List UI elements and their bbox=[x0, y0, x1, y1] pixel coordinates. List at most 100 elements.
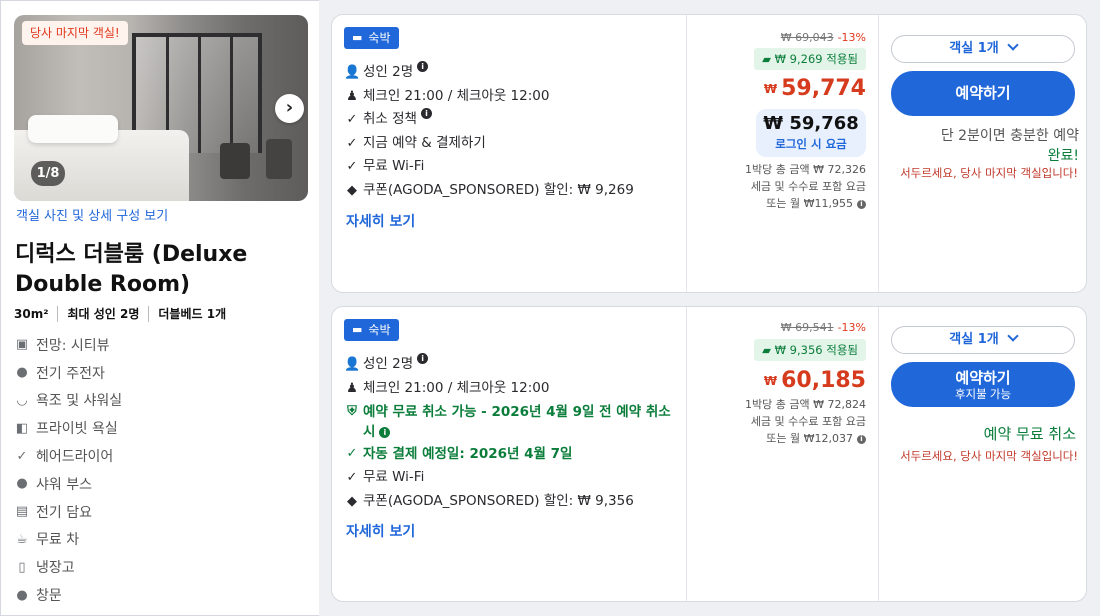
rooms-dropdown[interactable]: 객실 1개 bbox=[891, 35, 1075, 63]
bed-type: 더블베드 1개 bbox=[148, 306, 235, 322]
coupon-tag-icon: ◆ bbox=[347, 493, 357, 509]
feature-item: ✓ 지금 예약 & 결제하기 bbox=[344, 132, 680, 156]
feature-item: ◆ 쿠폰(AGODA_SPONSORED) 할인: ₩ 9,269 bbox=[344, 179, 680, 203]
chevron-down-icon bbox=[1007, 39, 1019, 51]
check-icon: ✓ bbox=[346, 159, 358, 175]
photo-counter: 1/8 bbox=[31, 161, 65, 186]
info-icon[interactable]: i bbox=[420, 108, 432, 120]
booking-column: 객실 1개 예약하기 후지불 가능 예약 무료 취소 서두르세요, 당사 마지막 … bbox=[878, 307, 1088, 601]
check-icon: ✓ bbox=[346, 446, 358, 462]
price-info: 1박당 총 금액 ₩ 72,326 세금 및 수수료 포함 요금 또는 월 ₩1… bbox=[745, 163, 866, 210]
kettle-icon: ● bbox=[16, 365, 28, 381]
feature-item: ✓ 자동 결제 예정일: 2026년 4월 7일 bbox=[344, 444, 680, 464]
feature-item: ◆ 쿠폰(AGODA_SPONSORED) 할인: ₩ 9,356 bbox=[344, 490, 680, 514]
room-title: 디럭스 더블룸 (Deluxe Double Room) bbox=[15, 242, 248, 297]
pillow bbox=[28, 115, 118, 143]
book-button[interactable]: 예약하기 후지불 가능 bbox=[891, 362, 1075, 407]
see-more-link[interactable]: 자세히 보기 bbox=[346, 211, 415, 231]
checkin-icon: ♟ bbox=[346, 380, 358, 396]
shield-check-icon: ⛨ bbox=[347, 404, 357, 420]
feature-item: 👤 성인 2명 i bbox=[344, 61, 680, 85]
booking-column: 객실 1개 예약하기 단 2분이면 충분한 예약 완료! 서두르세요, 당사 마… bbox=[878, 15, 1088, 292]
last-room-warning: 서두르세요, 당사 마지막 객실입니다! bbox=[900, 166, 1078, 180]
login-price-label: 로그인 시 요금 bbox=[775, 137, 847, 151]
info-icon[interactable]: i bbox=[417, 61, 429, 72]
price-column: ₩ 69,541 -13% ▰ ₩ 9,356 적용됨 ₩60,185 1박당 총… bbox=[686, 307, 878, 601]
feature-item: ✓ 취소 정책 i bbox=[344, 108, 680, 132]
max-occupancy: 최대 성인 2명 bbox=[57, 306, 148, 322]
offer-details: ▬ 숙박 👤 성인 2명 i ♟ 체크인 21:00 / 체크아웃 12:00 ✓ 취소 … bbox=[332, 15, 686, 292]
info-icon[interactable]: i bbox=[417, 353, 429, 364]
login-price-box[interactable]: ₩ 59,768 로그인 시 요금 bbox=[756, 109, 866, 157]
rooms-dropdown[interactable]: 객실 1개 bbox=[891, 326, 1075, 354]
feature-item: ✓ 무료 Wi-Fi bbox=[344, 466, 680, 490]
quick-booking-note: 단 2분이면 충분한 예약 완료! bbox=[940, 128, 1079, 164]
ticket-icon: ▰ bbox=[762, 343, 775, 357]
stay-tag: ▬ 숙박 bbox=[344, 319, 399, 341]
bathtub-icon: ◡ bbox=[16, 392, 28, 408]
offer-card: ▬ 숙박 👤 성인 2명 i ♟ 체크인 21:00 / 체크아웃 12:00 ⛨ 예약 … bbox=[331, 306, 1087, 602]
see-more-link[interactable]: 자세히 보기 bbox=[346, 521, 415, 541]
ticket-icon: ▰ bbox=[762, 52, 775, 66]
amenity-item: ✓ 헤어드라이어 bbox=[14, 442, 122, 470]
info-icon[interactable]: i bbox=[857, 199, 866, 209]
feature-item: ✓ 무료 Wi-Fi bbox=[344, 155, 680, 179]
private-bathroom-icon: ◧ bbox=[15, 420, 29, 436]
original-price: ₩ 69,043 -13% bbox=[780, 31, 866, 44]
amenity-item: ● 창문 bbox=[14, 581, 122, 609]
book-button[interactable]: 예약하기 bbox=[891, 71, 1075, 116]
original-price: ₩ 69,541 -13% bbox=[780, 321, 866, 334]
final-price: ₩59,774 bbox=[763, 76, 866, 101]
coupon-applied-badge: ▰ ₩ 9,269 적용됨 bbox=[754, 48, 866, 70]
next-photo-button[interactable]: › bbox=[275, 94, 304, 123]
feature-list: 👤 성인 2명 i ♟ 체크인 21:00 / 체크아웃 12:00 ✓ 취소 정책 i … bbox=[344, 61, 680, 203]
check-icon: ✓ bbox=[346, 470, 358, 486]
last-room-badge: 당사 마지막 객실! bbox=[22, 21, 128, 45]
bed-icon: ▬ bbox=[352, 31, 363, 44]
city-view-icon: ▣ bbox=[15, 337, 29, 353]
info-icon[interactable]: i bbox=[379, 426, 391, 438]
person-icon: 👤 bbox=[344, 357, 361, 372]
price-column: ₩ 69,043 -13% ▰ ₩ 9,269 적용됨 ₩59,774 ₩ 59,… bbox=[686, 15, 878, 292]
check-icon: ✓ bbox=[16, 448, 28, 464]
offers-panel: ▬ 숙박 👤 성인 2명 i ♟ 체크인 21:00 / 체크아웃 12:00 ✓ 취소 … bbox=[319, 0, 1100, 616]
offer-details: ▬ 숙박 👤 성인 2명 i ♟ 체크인 21:00 / 체크아웃 12:00 ⛨ 예약 … bbox=[332, 307, 686, 601]
blanket-icon: ▤ bbox=[15, 504, 29, 520]
shower-icon: ● bbox=[16, 476, 28, 492]
amenity-item: ◡ 욕조 및 샤워실 bbox=[14, 387, 122, 415]
checkin-icon: ♟ bbox=[346, 88, 358, 104]
chair bbox=[220, 143, 250, 179]
price-info: 1박당 총 금액 ₩ 72,824 세금 및 수수료 포함 요금 또는 월 ₩1… bbox=[745, 398, 866, 445]
coupon-applied-badge: ▰ ₩ 9,356 적용됨 bbox=[754, 339, 866, 361]
fridge-icon: ▯ bbox=[18, 559, 26, 575]
offer-card: ▬ 숙박 👤 성인 2명 i ♟ 체크인 21:00 / 체크아웃 12:00 ✓ 취소 … bbox=[331, 14, 1087, 293]
login-price: ₩ 59,768 bbox=[763, 113, 859, 134]
amenity-item: ▯ 냉장고 bbox=[14, 553, 122, 581]
final-price: ₩60,185 bbox=[763, 368, 866, 393]
amenity-list: ▣ 전망: 시티뷰 ● 전기 주전자 ◡ 욕조 및 샤워실 ◧ 프라이빗 욕실 ✓ 헤어드… bbox=[14, 331, 122, 609]
info-icon[interactable]: i bbox=[857, 434, 866, 444]
bed-icon: ▬ bbox=[352, 323, 363, 336]
amenity-item: ▤ 전기 담요 bbox=[15, 504, 92, 521]
amenity-item: ● 전기 주전자 bbox=[14, 359, 122, 387]
room-info-panel: 당사 마지막 객실! › 1/8 객실 사진 및 상세 구성 보기 디럭스 더블… bbox=[0, 0, 319, 616]
free-cancellation-note: 예약 무료 취소 bbox=[983, 425, 1076, 443]
stay-tag: ▬ 숙박 bbox=[344, 27, 399, 49]
feature-item: ♟ 체크인 21:00 / 체크아웃 12:00 bbox=[344, 85, 680, 109]
tea-icon: ☕ bbox=[16, 531, 28, 547]
last-room-warning: 서두르세요, 당사 마지막 객실입니다! bbox=[900, 449, 1078, 463]
amenity-item: ◧ 프라이빗 욕실 bbox=[15, 420, 118, 438]
feature-list: 👤 성인 2명 i ♟ 체크인 21:00 / 체크아웃 12:00 ⛨ 예약 무료 취… bbox=[344, 353, 680, 513]
person-icon: 👤 bbox=[344, 65, 361, 80]
chair bbox=[266, 139, 292, 179]
feature-item: 👤 성인 2명 i bbox=[344, 353, 680, 377]
check-icon: ✓ bbox=[346, 112, 358, 128]
check-icon: ✓ bbox=[346, 135, 358, 151]
room-specs: 30m² 최대 성인 2명 더블베드 1개 bbox=[14, 306, 235, 322]
window-icon: ● bbox=[16, 587, 28, 603]
feature-item: ⛨ 예약 무료 취소 가능 - 2026년 4월 9일 전 예약 취소 시i bbox=[344, 402, 680, 442]
chevron-down-icon bbox=[1007, 330, 1019, 342]
amenity-item: ● 샤워 부스 bbox=[14, 470, 122, 498]
room-photos-link[interactable]: 객실 사진 및 상세 구성 보기 bbox=[16, 205, 168, 224]
amenity-item: ☕ 무료 차 bbox=[14, 526, 122, 554]
